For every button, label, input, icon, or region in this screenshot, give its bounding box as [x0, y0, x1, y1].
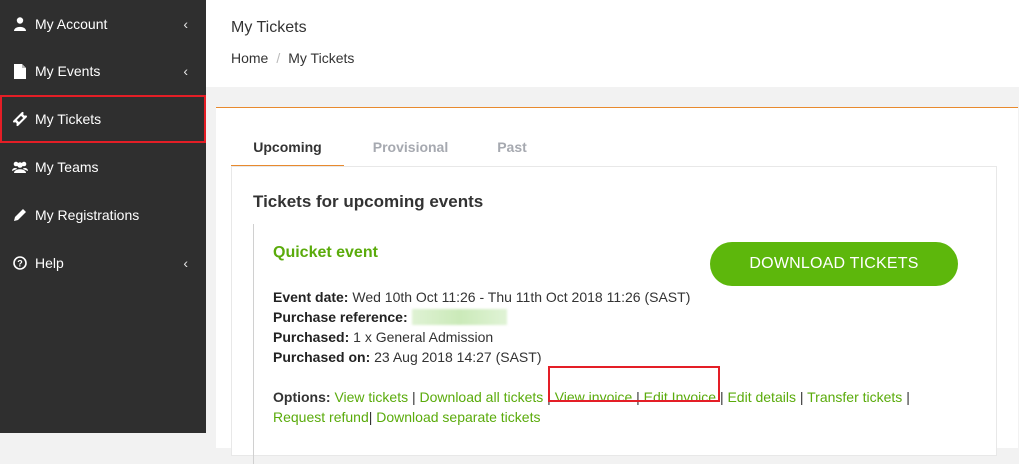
transfer-tickets-link[interactable]: Transfer tickets	[807, 389, 902, 405]
purchase-reference-label: Purchase reference:	[273, 309, 408, 325]
sidebar-item-my-teams[interactable]: My Teams	[0, 143, 206, 191]
download-separate-tickets-link[interactable]: Download separate tickets	[376, 409, 540, 425]
view-tickets-link[interactable]: View tickets	[334, 389, 408, 405]
event-name[interactable]: Quicket event	[273, 244, 378, 262]
pencil-icon	[12, 207, 28, 223]
ticket-options: Options: View tickets | Download all tic…	[273, 387, 973, 427]
options-label: Options:	[273, 389, 331, 405]
svg-text:?: ?	[17, 259, 23, 269]
chevron-left-icon: ‹	[183, 16, 188, 32]
purchased-row: Purchased: 1 x General Admission	[273, 329, 493, 345]
event-date-label: Event date:	[273, 289, 349, 305]
tab-provisional[interactable]: Provisional	[359, 128, 462, 165]
upcoming-tickets-card: Tickets for upcoming events Quicket even…	[231, 166, 997, 464]
breadcrumb: Home / My Tickets	[231, 50, 354, 66]
tickets-panel: Upcoming Provisional Past Tickets for up…	[216, 107, 1018, 464]
sidebar-item-label: My Teams	[35, 159, 99, 175]
options-separator: |	[799, 389, 804, 405]
users-icon	[12, 159, 28, 175]
sidebar-item-label: Help	[35, 255, 64, 271]
event-date-value: Wed 10th Oct 11:26 - Thu 11th Oct 2018 1…	[352, 289, 691, 305]
view-invoice-link[interactable]: View invoice	[555, 389, 633, 405]
page-header: My Tickets Home / My Tickets	[206, 0, 1019, 87]
purchased-label: Purchased:	[273, 329, 350, 345]
purchase-reference-redacted	[411, 309, 507, 325]
purchased-on-row: Purchased on: 23 Aug 2018 14:27 (SAST)	[273, 349, 541, 365]
ticket-icon	[12, 111, 28, 127]
main-content: My Tickets Home / My Tickets Upcoming Prov…	[206, 0, 1019, 464]
sidebar-item-label: My Tickets	[35, 111, 102, 127]
event-entry: Quicket event DOWNLOAD TICKETS Event dat…	[253, 224, 979, 464]
sidebar-item-label: My Account	[35, 16, 108, 32]
options-separator: |	[547, 389, 551, 405]
options-separator: |	[636, 389, 640, 405]
download-tickets-button[interactable]: DOWNLOAD TICKETS	[710, 242, 958, 286]
tab-upcoming[interactable]: Upcoming	[231, 128, 344, 167]
options-separator: |	[368, 409, 373, 425]
breadcrumb-home-link[interactable]: Home	[231, 50, 268, 66]
edit-invoice-link[interactable]: Edit Invoice	[644, 389, 716, 405]
file-icon	[12, 63, 28, 79]
purchased-value: 1 x General Admission	[353, 329, 494, 345]
chevron-left-icon: ‹	[183, 63, 188, 79]
options-separator: |	[719, 389, 724, 405]
sidebar-item-my-account[interactable]: My Account ‹	[0, 0, 206, 48]
page-title: My Tickets	[231, 19, 307, 36]
download-all-tickets-link[interactable]: Download all tickets	[420, 389, 544, 405]
user-icon	[12, 16, 28, 32]
sidebar-item-help[interactable]: ? Help ‹	[0, 239, 206, 287]
sidebar-item-my-events[interactable]: My Events ‹	[0, 47, 206, 95]
section-title: Tickets for upcoming events	[253, 192, 484, 211]
sidebar-item-label: My Registrations	[35, 207, 140, 223]
sidebar-item-my-registrations[interactable]: My Registrations	[0, 191, 206, 239]
request-refund-link[interactable]: Request refund	[273, 409, 369, 425]
help-circle-icon: ?	[12, 255, 28, 271]
options-separator: |	[412, 389, 416, 405]
breadcrumb-current: My Tickets	[288, 50, 355, 66]
tab-past[interactable]: Past	[482, 128, 542, 165]
chevron-left-icon: ‹	[183, 255, 188, 271]
purchase-reference-row: Purchase reference:	[273, 309, 507, 325]
purchased-on-value: 23 Aug 2018 14:27 (SAST)	[374, 349, 542, 365]
sidebar: My Account ‹ My Events ‹ My Tickets My T…	[0, 0, 206, 433]
sidebar-item-label: My Events	[35, 63, 101, 79]
options-separator: |	[906, 389, 910, 405]
edit-details-link[interactable]: Edit details	[727, 389, 795, 405]
event-date-row: Event date: Wed 10th Oct 11:26 - Thu 11t…	[273, 289, 690, 305]
sidebar-item-my-tickets[interactable]: My Tickets	[0, 95, 206, 143]
breadcrumb-separator: /	[276, 50, 281, 66]
purchased-on-label: Purchased on:	[273, 349, 371, 365]
